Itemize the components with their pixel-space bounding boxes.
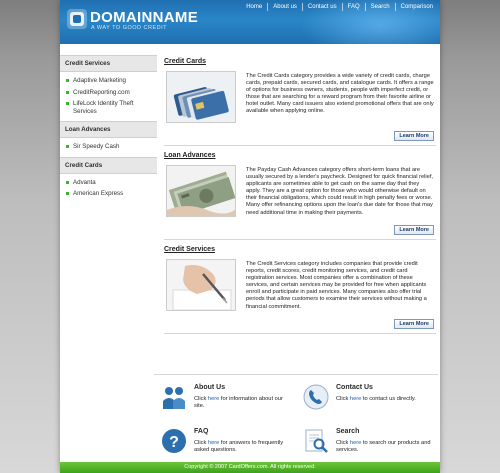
sidebar-heading-credit-services[interactable]: Credit Services [60,55,157,72]
sidebar-item-lifelock[interactable]: LifeLock Identity Theft Services [60,98,157,117]
contact-us-box: Contact Us Click here to contact us dire… [296,377,438,421]
faq-box: ? FAQ Click here for answers to frequent… [154,421,296,465]
contact-us-text: Click here to contact us directly. [336,396,416,402]
section-description: The Payday Cash Advances category offers… [246,167,433,216]
footer-links-area: About Us Click here for information abou… [154,374,438,464]
about-us-box: About Us Click here for information abou… [154,377,296,421]
section-title[interactable]: Loan Advances [164,152,436,159]
section-title[interactable]: Credit Services [164,246,436,253]
nav-about-us[interactable]: About us [267,3,302,11]
header: DOMAINNAME A WAY TO GOOD CREDIT Home Abo… [60,0,440,44]
about-us-title[interactable]: About Us [194,384,225,391]
sidebar-heading-credit-cards[interactable]: Credit Cards [60,156,157,174]
sidebar-item-creditreporting[interactable]: CreditReporting.com [60,87,157,99]
search-title[interactable]: Search [336,428,359,435]
nav-search[interactable]: Search [364,3,395,11]
hand-writing-image [166,259,236,311]
site-logo[interactable]: DOMAINNAME [90,9,198,26]
sidebar-item-label: Sir Speedy Cash [73,143,120,150]
top-navigation: Home About us Contact us FAQ Search Comp… [241,3,438,11]
sidebar-item-label: CreditReporting.com [73,88,130,96]
copyright-bar: Copyright © 2007 CardOffers.com. All rig… [60,462,440,473]
learn-more-button[interactable]: Learn More [394,225,434,235]
learn-more-button[interactable]: Learn More [394,319,434,329]
nav-home[interactable]: Home [241,3,267,11]
search-link[interactable]: here [350,440,361,446]
sidebar-item-label: LifeLock Identity Theft Services [73,100,134,115]
section-credit-services: Credit Services The Credit Services cate… [164,246,436,334]
faq-link[interactable]: here [208,440,219,446]
question-icon: ? [162,429,186,453]
sidebar-item-label: Advanta [73,178,96,186]
bullet-icon [66,180,69,184]
section-loan-advances: Loan Advances The Payday Cash Advances c… [164,152,436,240]
section-description: The Credit Cards category provides a wid… [246,73,434,115]
phone-icon [303,384,329,410]
bullet-icon [66,102,69,105]
section-credit-cards: Credit Cards The Credit Cards category p… [164,58,436,146]
sidebar-item-adaptive-marketing[interactable]: Adaptive Marketing [60,75,157,87]
page-container: DOMAINNAME A WAY TO GOOD CREDIT Home Abo… [60,0,440,473]
faq-title[interactable]: FAQ [194,428,208,435]
bullet-icon [66,90,69,94]
logo-mark-icon [67,9,87,29]
faq-text: Click here for answers to frequently ask… [194,440,284,453]
bullet-icon [66,79,69,82]
people-icon [163,387,185,409]
nav-faq[interactable]: FAQ [341,3,365,11]
sidebar-item-label: Adaptive Marketing [73,77,126,84]
section-description: The Credit Services category includes co… [246,261,427,310]
about-us-text: Click here for information about our sit… [194,396,283,409]
cash-money-image [166,165,236,217]
svg-text:?: ? [169,434,179,451]
search-box: Search Click here to search our products… [296,421,438,465]
learn-more-button[interactable]: Learn More [394,131,434,141]
contact-us-title[interactable]: Contact Us [336,384,373,391]
sidebar-item-american-express[interactable]: American Express [60,188,157,200]
search-document-icon [305,429,328,453]
sidebar-item-advanta[interactable]: Advanta [60,177,157,189]
sidebar-item-sir-speedy-cash[interactable]: Sir Speedy Cash [60,141,157,153]
sidebar: Credit Services Adaptive Marketing Credi… [60,55,157,204]
contact-us-link[interactable]: here [350,396,361,402]
bullet-icon [66,145,69,148]
sidebar-item-label: American Express [73,190,124,197]
about-us-link[interactable]: here [208,396,219,402]
search-text: Click here to search our products and se… [336,440,431,453]
site-tagline: A WAY TO GOOD CREDIT [91,25,168,31]
credit-cards-image [166,71,236,123]
sidebar-heading-loan-advances[interactable]: Loan Advances [60,121,157,138]
nav-contact-us[interactable]: Contact us [301,3,342,11]
bullet-icon [66,192,69,195]
section-title[interactable]: Credit Cards [164,58,436,65]
main-content: Credit Cards The Credit Cards category p… [164,58,436,340]
nav-comparison[interactable]: Comparison [394,3,438,11]
